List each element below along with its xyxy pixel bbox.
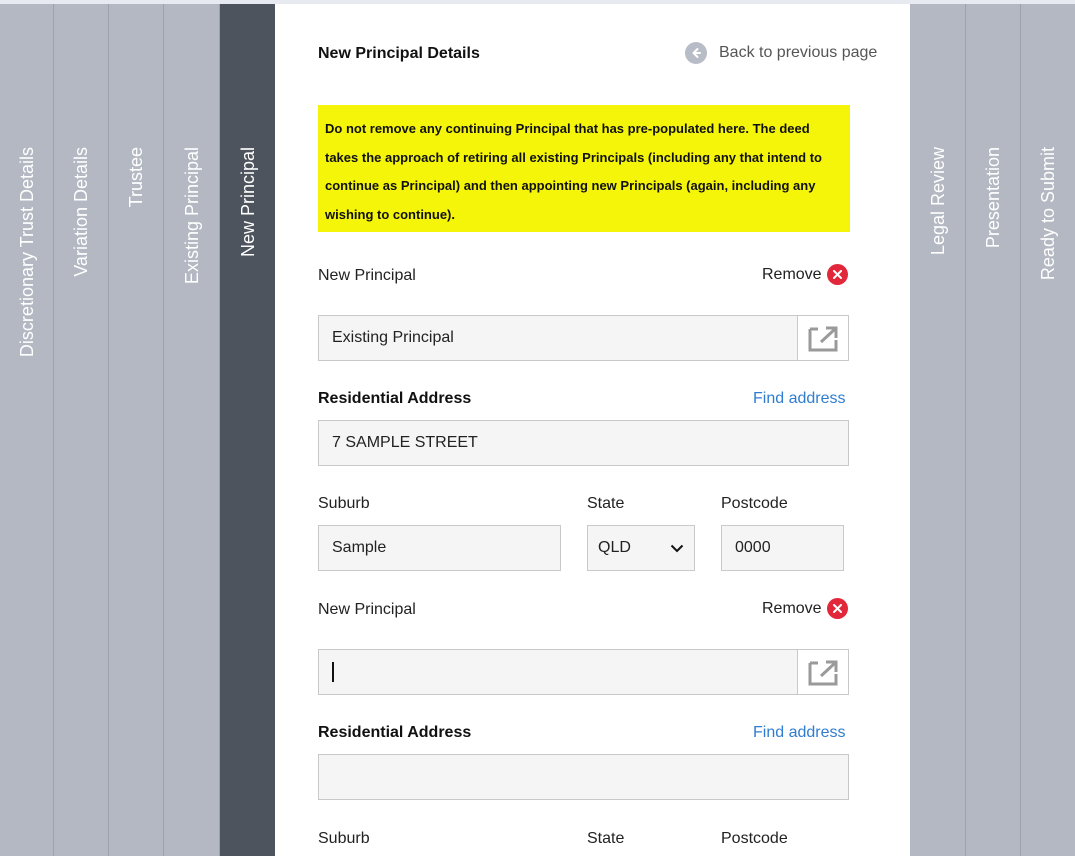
tab-legal-review[interactable]: Legal Review — [910, 4, 966, 856]
postcode-label: Postcode — [721, 495, 788, 512]
tab-label: New Principal — [237, 147, 258, 258]
main-panel: New Principal Details Back to previous p… — [275, 4, 910, 856]
notice-banner: Do not remove any continuing Principal t… — [318, 105, 850, 232]
suburb-field[interactable]: Sample — [318, 525, 561, 571]
suburb-label: Suburb — [318, 830, 370, 847]
tab-new-principal[interactable]: New Principal — [220, 4, 275, 856]
remove-label: Remove — [762, 265, 822, 283]
postcode-label: Postcode — [721, 830, 788, 847]
principal-name-field[interactable] — [318, 649, 849, 695]
tab-ready-to-submit[interactable]: Ready to Submit — [1021, 4, 1075, 856]
tab-label: Existing Principal — [181, 147, 202, 285]
principal-label: New Principal — [318, 601, 416, 618]
remove-principal-button[interactable]: Remove — [762, 598, 848, 619]
suburb-label: Suburb — [318, 495, 370, 512]
principal-name-value: Existing Principal — [332, 329, 454, 346]
state-label: State — [587, 830, 625, 847]
open-principal-button[interactable] — [797, 650, 848, 694]
tab-label: Ready to Submit — [1038, 147, 1058, 281]
address-field[interactable] — [318, 754, 849, 800]
tab-presentation[interactable]: Presentation — [966, 4, 1021, 856]
tab-discretionary-trust-details[interactable]: Discretionary Trust Details — [0, 4, 54, 856]
back-label: Back to previous page — [719, 44, 878, 61]
tab-label: Discretionary Trust Details — [16, 147, 37, 358]
close-circle-icon — [826, 264, 848, 285]
chevron-down-icon — [670, 544, 684, 552]
find-address-link[interactable]: Find address — [753, 390, 846, 408]
state-label: State — [587, 495, 625, 512]
address-label: Residential Address — [318, 724, 472, 741]
remove-principal-button[interactable]: Remove — [762, 264, 848, 285]
address-label: Residential Address — [318, 390, 472, 407]
external-link-icon — [808, 660, 838, 686]
tab-label: Presentation — [983, 147, 1003, 249]
remove-label: Remove — [762, 599, 822, 617]
principal-name-field[interactable]: Existing Principal — [318, 315, 849, 361]
address-field[interactable]: 7 SAMPLE STREET — [318, 420, 849, 466]
tab-variation-details[interactable]: Variation Details — [54, 4, 109, 856]
state-select[interactable]: QLD — [587, 525, 695, 571]
postcode-field[interactable]: 0000 — [721, 525, 844, 571]
page-title: New Principal Details — [318, 45, 480, 62]
find-address-link[interactable]: Find address — [753, 724, 846, 742]
back-button[interactable]: Back to previous page — [685, 42, 877, 64]
close-circle-icon — [826, 598, 848, 619]
text-cursor — [332, 662, 334, 682]
open-principal-button[interactable] — [797, 316, 848, 360]
external-link-icon — [808, 326, 838, 352]
tab-trustee[interactable]: Trustee — [109, 4, 164, 856]
tab-existing-principal[interactable]: Existing Principal — [164, 4, 220, 856]
tab-label: Trustee — [126, 147, 146, 208]
state-value: QLD — [598, 539, 631, 556]
arrow-left-circle-icon — [685, 42, 707, 64]
principal-label: New Principal — [318, 267, 416, 284]
tab-label: Variation Details — [71, 147, 91, 277]
tab-label: Legal Review — [927, 147, 948, 256]
